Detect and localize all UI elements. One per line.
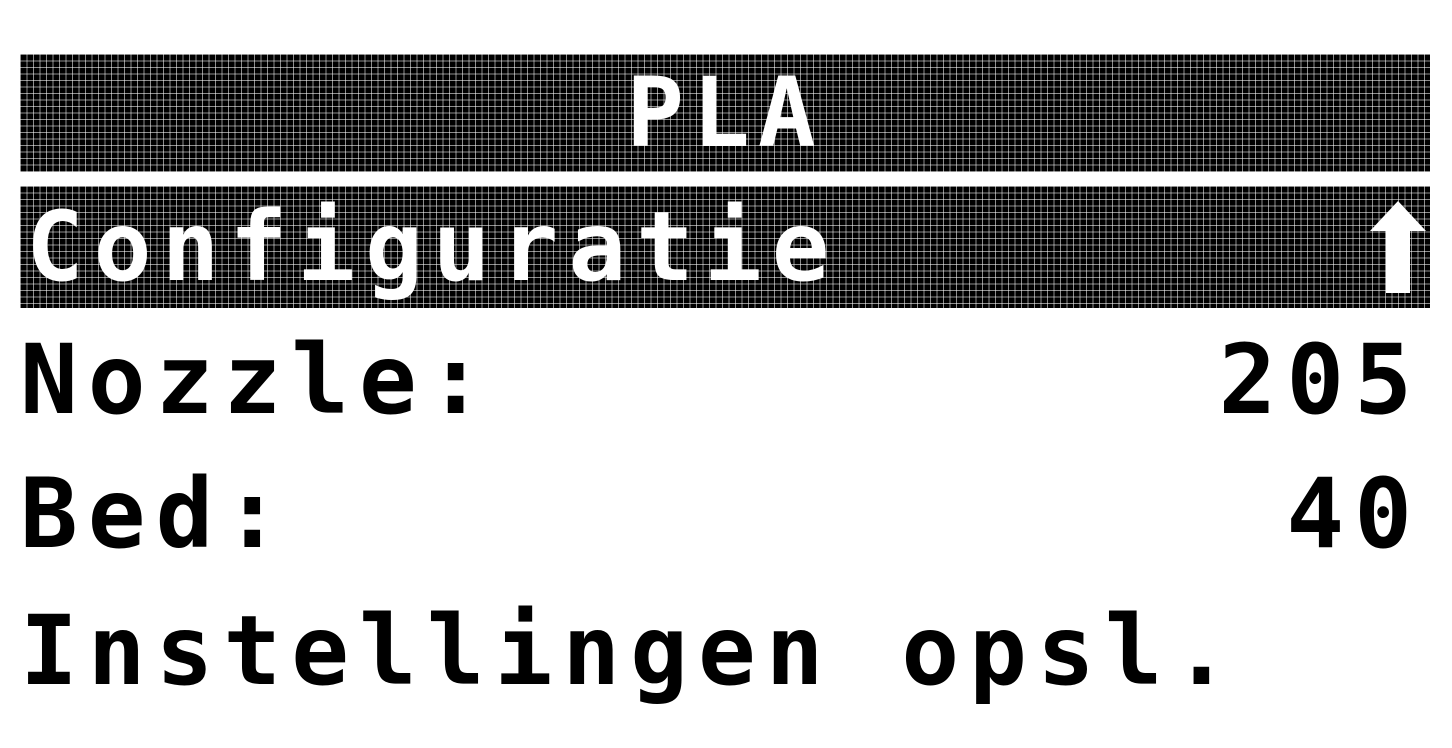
screen-title-bar: PLA [20,54,1430,172]
bed-temperature-value: 40 [1286,458,1422,570]
menu-item-save-settings[interactable]: Instellingen opsl. [20,596,1422,706]
up-arrow-icon [1370,201,1426,293]
menu-item-label: Configuratie [26,191,840,303]
nozzle-temperature-value: 205 [1218,324,1422,436]
menu-item-label: Nozzle: [20,324,495,436]
menu-item-label: Bed: [20,458,292,570]
menu-item-nozzle[interactable]: Nozzle: 205 [20,330,1422,430]
screen-title: PLA [626,57,824,169]
menu-item-configuratie[interactable]: Configuratie [20,186,1430,308]
menu-item-label: Instellingen opsl. [20,595,1241,707]
menu-item-bed[interactable]: Bed: 40 [20,464,1422,564]
